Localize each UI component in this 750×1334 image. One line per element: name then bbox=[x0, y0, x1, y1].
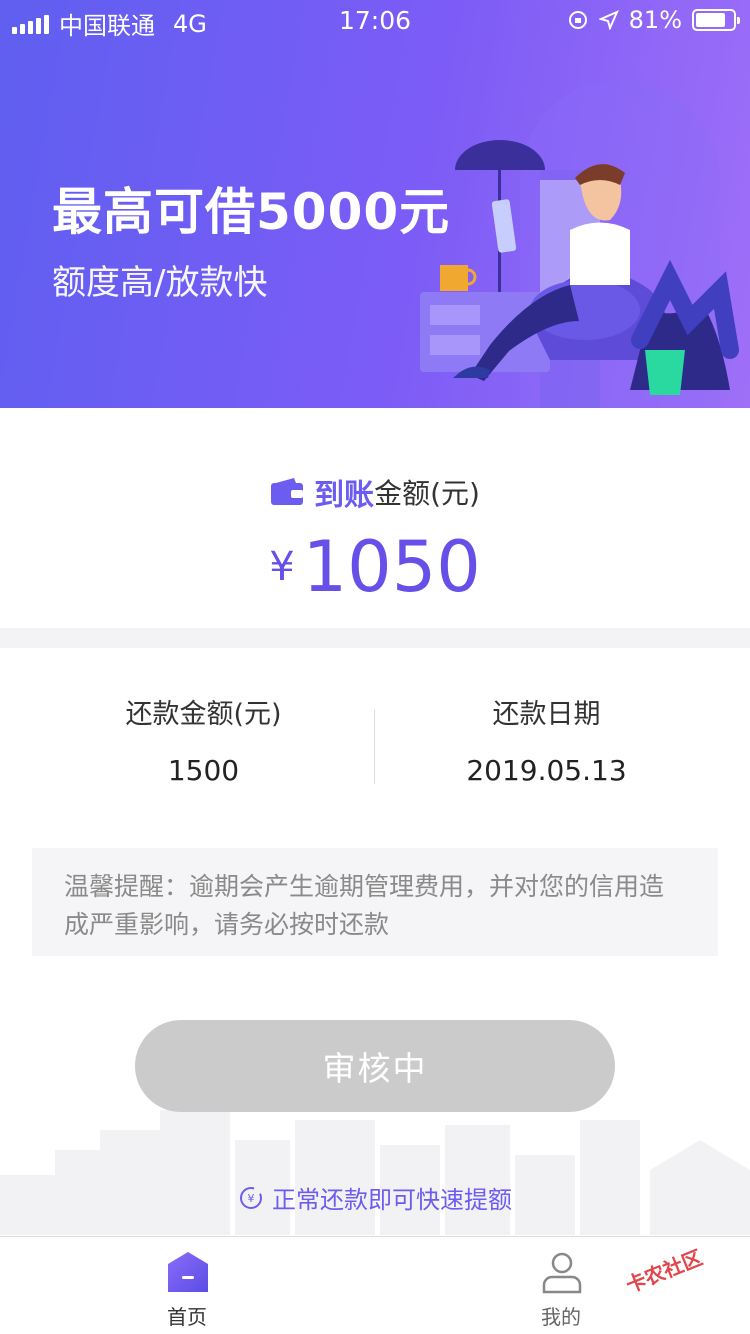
credited-amount-label: 到账 金额(元) bbox=[0, 470, 750, 514]
battery-icon bbox=[692, 9, 740, 31]
user-icon bbox=[542, 1252, 582, 1294]
credit-raise-text: 正常还款即可快速提额 bbox=[272, 1186, 512, 1214]
tab-home-label: 首页 bbox=[167, 1305, 207, 1329]
rotation-lock-icon bbox=[568, 11, 587, 29]
svg-text:¥: ¥ bbox=[248, 1192, 255, 1205]
repayment-info: 还款金额(元) 1500 还款日期 2019.05.13 bbox=[0, 648, 750, 828]
warning-notice: 温馨提醒：逾期会产生逾期管理费用，并对您的信用造成严重影响，请务必按时还款 bbox=[32, 848, 718, 956]
wallet-icon bbox=[271, 478, 304, 505]
currency-symbol: ¥ bbox=[269, 544, 295, 590]
tab-profile-label: 我的 bbox=[541, 1305, 581, 1329]
section-divider bbox=[0, 628, 750, 648]
banner-title: 最高可借5000元 bbox=[52, 183, 451, 241]
credit-raise-link[interactable]: ¥ 正常还款即可快速提额 bbox=[0, 1180, 750, 1215]
person-on-sofa-illustration bbox=[420, 80, 739, 408]
repay-date-value: 2019.05.13 bbox=[466, 754, 627, 787]
hero-banner[interactable]: 最高可借5000元 额度高/放款快 bbox=[0, 0, 750, 408]
app-screen: 最高可借5000元 额度高/放款快 中国联通 4G 17:06 81% 到账 金… bbox=[0, 0, 750, 1334]
location-arrow-icon bbox=[598, 10, 619, 30]
battery-percent: 81% bbox=[628, 6, 682, 34]
credited-amount-value: ¥1050 bbox=[0, 526, 750, 608]
status-bar: 中国联通 4G 17:06 81% bbox=[0, 0, 750, 40]
credited-label-strong: 到账 bbox=[314, 478, 375, 513]
credited-label-rest: 金额(元) bbox=[374, 477, 480, 510]
repay-date-label: 还款日期 bbox=[492, 699, 601, 730]
tab-home[interactable]: 首页 bbox=[87, 1237, 287, 1334]
repay-amount-label: 还款金额(元) bbox=[125, 699, 282, 730]
home-icon bbox=[168, 1252, 208, 1292]
amount-number: 1050 bbox=[302, 526, 481, 608]
yen-circle-icon: ¥ bbox=[240, 1186, 262, 1209]
review-status-button[interactable]: 审核中 bbox=[135, 1020, 615, 1112]
credited-amount-section: 到账 金额(元) ¥1050 bbox=[0, 408, 750, 628]
repay-amount-value: 1500 bbox=[167, 754, 240, 787]
banner-subtitle: 额度高/放款快 bbox=[52, 263, 268, 303]
